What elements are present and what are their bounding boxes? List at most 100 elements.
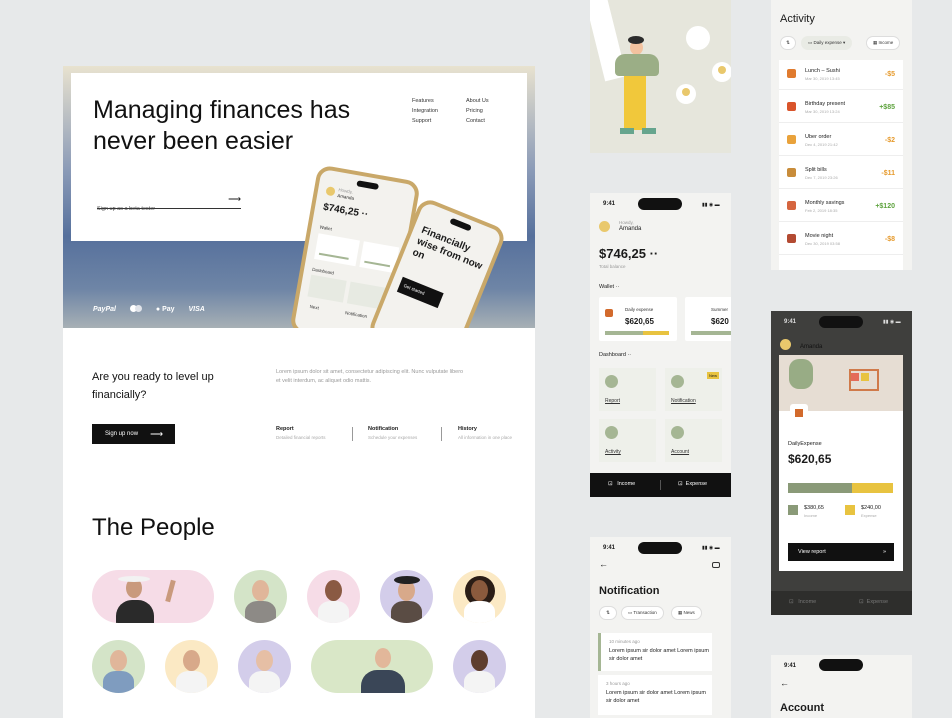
feature-desc: Detailed financial reports <box>276 435 326 440</box>
activity-row[interactable]: Movie night Dec 30, 2019 03:58 -$8 <box>779 227 903 255</box>
notch <box>819 316 863 328</box>
page-title: Activity <box>780 13 815 25</box>
get-started-button[interactable]: Get started <box>396 276 444 309</box>
tile-label: Notification <box>671 398 696 404</box>
notification-item[interactable]: 3 hours ago Lorem ipsum sir dolor amet L… <box>598 675 712 715</box>
wallet-card-daily[interactable]: Daily expense $620,65 <box>599 297 677 341</box>
activity-row[interactable]: Birthday present Mar 30, 2019 13:24 +$85 <box>779 95 903 123</box>
activity-date: Dec 30, 2019 03:58 <box>805 241 840 246</box>
nav-col-2: About Us Pricing Contact <box>466 96 489 126</box>
view-report-button[interactable]: View report » <box>788 543 894 561</box>
dashboard-screen: 9:41 ▮▮ ◉ ▬ Howdy, Amanda $746,25 ·· Tot… <box>590 193 731 497</box>
signup-now-button[interactable]: Sign up now ⟶ <box>92 424 175 444</box>
activity-amount: +$120 <box>875 203 895 210</box>
filter-daily-expense[interactable]: ▭ Daily expense ▾ <box>801 36 853 50</box>
person-pill <box>92 570 214 623</box>
tile[interactable] <box>307 274 347 303</box>
nav-integration-link[interactable]: Integration <box>412 106 438 116</box>
chip-transaction[interactable]: ▭ Transaction <box>621 606 664 620</box>
mastercard-icon <box>129 305 142 312</box>
activity-date: Dec 7, 2019 23:26 <box>805 175 838 180</box>
signup-now-label: Sign up now <box>105 431 139 437</box>
chip-label: Transaction <box>633 610 657 615</box>
activity-row[interactable]: Lunch – Sushi Mar 30, 2019 13:45 -$5 <box>779 62 903 90</box>
nav-contact-link[interactable]: Contact <box>466 116 489 126</box>
legend-amount: $380,65 <box>804 505 824 511</box>
wallet-card[interactable] <box>314 233 360 267</box>
tile-account[interactable]: Account <box>665 419 722 462</box>
status-time: 9:41 <box>784 663 797 669</box>
nav-about-link[interactable]: About Us <box>466 96 489 106</box>
activity-title: Uber order <box>805 134 832 140</box>
nav-income[interactable]: ⊡ Income <box>608 481 635 487</box>
car-icon[interactable] <box>712 562 720 568</box>
balance-label: Total balance <box>599 264 626 269</box>
card-bubble-icon <box>686 26 710 50</box>
feature-report: Report Detailed financial reports <box>276 426 326 440</box>
legend-amount: $240,00 <box>861 505 881 511</box>
wallet-label: Wallet ·· <box>599 284 620 290</box>
avatar <box>325 186 336 197</box>
activity-date: Dec 4, 2019 21:42 <box>805 142 838 147</box>
activity-title: Birthday present <box>805 101 846 107</box>
wallet-card-summer[interactable]: Summer $620 <box>685 297 731 341</box>
balance: $746,25 ·· <box>322 201 370 221</box>
nav-pricing-link[interactable]: Pricing <box>466 106 489 116</box>
sort-chip[interactable]: ⇅ <box>780 36 796 50</box>
person-avatar <box>165 640 218 693</box>
activity-title: Lunch – Sushi <box>805 68 840 74</box>
applepay-logo: Pay <box>162 306 175 313</box>
nav-support-link[interactable]: Support <box>412 116 438 126</box>
filter-icon-chip[interactable]: ⇅ <box>599 606 617 620</box>
dashboard-label: Dashboard <box>311 266 335 276</box>
arrow-right-icon: ⟶ <box>150 429 163 439</box>
activity-amount: -$8 <box>884 236 895 243</box>
feature-title: History <box>458 426 477 432</box>
signup-input[interactable]: Sign up as a beta tester ⟶ <box>97 194 241 212</box>
person-avatar <box>453 640 506 693</box>
people-title: The People <box>92 514 215 541</box>
person-avatar <box>307 570 360 623</box>
tile-activity[interactable]: Activity <box>599 419 656 462</box>
nav-expense[interactable]: ⊡ Expense <box>678 481 707 487</box>
tile-label: Notification <box>344 310 368 319</box>
page-title: Account <box>780 702 824 714</box>
divider <box>660 480 661 490</box>
phone-tagline: Financially wise from now on <box>410 224 484 273</box>
activity-amount: +$85 <box>879 104 895 111</box>
chip-news[interactable]: ▦ News <box>671 606 702 620</box>
back-icon[interactable]: ← <box>780 678 789 688</box>
card-amount: $620,65 <box>788 452 832 466</box>
tile-report[interactable]: Report <box>599 368 656 411</box>
notif-text: Lorem ipsum sir dolor amet Lorem ipsum s… <box>609 648 709 662</box>
activity-row[interactable]: Uber order Dec 4, 2019 21:42 -$2 <box>779 128 903 156</box>
nav-expense[interactable]: ⊡ Expense <box>859 599 888 605</box>
tile-label: Activity <box>605 449 621 455</box>
transaction-icon <box>787 168 796 177</box>
nav-features-link[interactable]: Features <box>412 96 438 106</box>
partner-logos: PayPal ● Pay VISA <box>93 304 205 313</box>
activity-row[interactable]: Split bills Dec 7, 2019 23:26 -$11 <box>779 161 903 189</box>
activity-date: Mar 30, 2019 13:24 <box>805 109 840 114</box>
income-icon: ⊡ <box>608 481 613 487</box>
expense-icon <box>790 404 808 422</box>
filter-income[interactable]: ▦ Income <box>866 36 901 50</box>
person-avatar <box>380 570 433 623</box>
back-icon[interactable]: ← <box>599 559 608 569</box>
activity-icon <box>605 426 618 439</box>
person-pill <box>311 640 433 693</box>
activity-date: Feb 2, 2019 18:35 <box>805 208 838 213</box>
activity-row[interactable]: Monthly savings Feb 2, 2019 18:35 +$120 <box>779 194 903 222</box>
tile-notification[interactable]: Notification New <box>665 368 722 411</box>
arrow-right-icon[interactable]: ⟶ <box>228 194 241 205</box>
bottom-nav: ⊡ Income ⊡ Expense <box>590 473 731 497</box>
tile-label: Report <box>605 398 621 404</box>
legend-label: Expense <box>861 513 877 518</box>
wallet-amount: $620,65 <box>625 317 654 326</box>
feature-notification: Notification Schedule your expenses <box>368 426 417 440</box>
view-report-label: View report <box>798 549 826 555</box>
nav-income[interactable]: ⊡ Income <box>789 599 816 605</box>
notification-item[interactable]: 10 minutes ago Lorem ipsum sir dolor ame… <box>598 633 712 671</box>
avatar-bubble-icon <box>712 62 731 82</box>
activity-title: Monthly savings <box>805 200 845 206</box>
